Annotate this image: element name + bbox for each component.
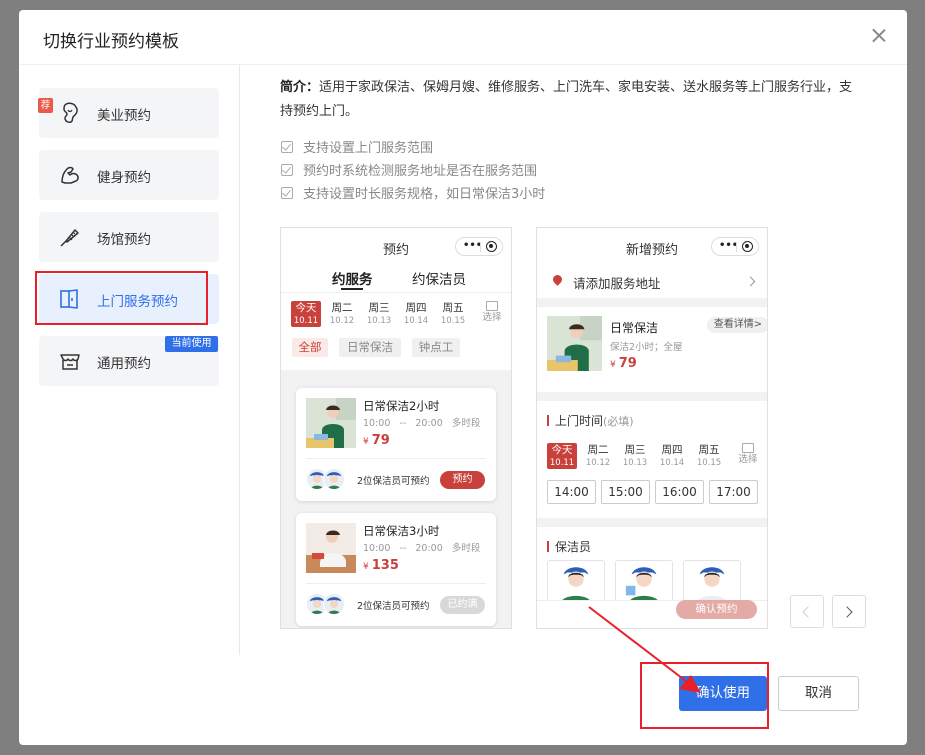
sidebar-item-fitness[interactable]: 健身预约 (39, 150, 219, 200)
feature-item: 支持设置时长服务规格，如日常保洁3小时 (281, 183, 545, 202)
sidebar-item-label: 健身预约 (97, 170, 151, 186)
staff-avatars (306, 593, 346, 617)
target-icon (742, 241, 753, 252)
time-section-title: 上门时间(必填) (547, 412, 634, 429)
avatar (323, 593, 345, 615)
badminton-icon (60, 229, 79, 247)
close-icon[interactable] (869, 26, 889, 46)
day-today: 今天 10.11 (547, 443, 577, 469)
dialog-header: 切换行业预约模板 (19, 10, 907, 65)
preview-phone-booking: 预约 ••• 约服务 约保洁员 今天 10.11 周二 10.12 周三 10.13 … (280, 227, 512, 629)
service-price: ¥135 (363, 558, 399, 573)
service-detail: 保洁2小时；全屋 (610, 342, 683, 353)
category-sidebar: 美业预约 健身预约 场馆预约 上门服务预约 通用预约 荐 当前使用 (19, 65, 240, 655)
address-placeholder: 请添加服务地址 (573, 276, 661, 291)
checkbox-icon (281, 187, 293, 199)
calendar-icon (742, 443, 754, 453)
fitness-icon (61, 166, 79, 184)
cleaner-section-title: 保洁员 (547, 538, 591, 555)
service-time: 10:00 -- 20:00 多时段 (363, 418, 481, 429)
calendar-select: 选择 (481, 301, 503, 324)
tab-underline (341, 288, 363, 290)
day-item: 周四 10.14 (403, 302, 429, 326)
description-label: 简介： (280, 80, 320, 95)
day-item: 周五 10.15 (696, 444, 722, 468)
beauty-icon (63, 102, 78, 123)
day-item: 周二 10.12 (329, 302, 355, 326)
staff-count: 2位保洁员可预约 (357, 476, 430, 487)
tab-cleaner: 约保洁员 (412, 272, 466, 288)
avatar (323, 468, 345, 490)
time-slot: 14:00 (547, 480, 596, 504)
sidebar-item-venue[interactable]: 场馆预约 (39, 212, 219, 262)
sidebar-item-beauty[interactable]: 美业预约 (39, 88, 219, 138)
day-item: 周五 10.15 (440, 302, 466, 326)
tab-service: 约服务 (332, 272, 373, 288)
date-selector: 今天 10.11 周二 10.12 周三 10.13 周四 10.14 周五 10.15 … (547, 443, 767, 477)
service-photo (306, 523, 356, 573)
current-use-badge: 当前使用 (165, 336, 218, 352)
checkbox-icon (281, 141, 293, 153)
day-item: 周四 10.14 (659, 444, 685, 468)
template-description: 简介：适用于家政保洁、保姆月嫂、维修服务、上门洗车、家电安装、送水服务等上门服务… (280, 76, 865, 124)
day-item: 周三 10.13 (622, 444, 648, 468)
chevron-right-icon (841, 606, 853, 618)
dialog-title: 切换行业预约模板 (43, 32, 179, 52)
phone-navbar: 预约 ••• (281, 228, 511, 264)
highlight-box (35, 271, 208, 325)
mini-program-capsule: ••• (455, 237, 503, 256)
day-item: 周三 10.13 (366, 302, 392, 326)
template-dialog: 切换行业预约模板 美业预约 健身预约 场馆预约 上门服务预约 通用预约 荐 当前… (19, 10, 907, 745)
calendar-icon (486, 301, 498, 311)
sidebar-item-label: 场馆预约 (97, 232, 151, 248)
view-details-link: 查看详情> (707, 317, 767, 333)
service-price: ¥79 (363, 433, 390, 448)
service-card: 日常保洁2小时 10:00 -- 20:00 多时段 ¥79 2位保洁员可预约 … (296, 388, 496, 501)
service-price: ¥79 (610, 356, 637, 371)
date-selector: 今天 10.11 周二 10.12 周三 10.13 周四 10.14 周五 10.15 … (289, 301, 509, 335)
calendar-select: 选择 (737, 443, 759, 466)
staff-avatars (306, 468, 346, 492)
description-text: 适用于家政保洁、保姆月嫂、维修服务、上门洗车、家电安装、送水服务等上门服务行业，… (280, 80, 853, 119)
time-slot: 15:00 (601, 480, 650, 504)
phone-navbar: 新增预约 ••• (537, 228, 767, 264)
store-icon (60, 354, 80, 370)
recommend-badge: 荐 (38, 98, 53, 113)
service-name: 日常保洁2小时 (363, 399, 440, 413)
feature-item: 预约时系统检测服务地址是否在服务范围 (281, 160, 537, 179)
time-slot: 16:00 (655, 480, 704, 504)
chevron-left-icon (802, 606, 814, 618)
mini-program-capsule: ••• (711, 237, 759, 256)
chip-all: 全部 (292, 338, 328, 357)
service-photo (306, 398, 356, 448)
time-slot: 17:00 (709, 480, 758, 504)
full-button: 已约满 (440, 596, 485, 614)
annotation-arrow (588, 606, 701, 693)
service-time: 10:00 -- 20:00 多时段 (363, 543, 481, 554)
next-button[interactable] (832, 595, 866, 628)
feature-item: 支持设置上门服务范围 (281, 137, 433, 156)
cancel-button[interactable]: 取消 (778, 676, 859, 711)
feature-text: 支持设置上门服务范围 (303, 141, 434, 156)
staff-count: 2位保洁员可预约 (357, 601, 430, 612)
service-card: 日常保洁3小时 10:00 -- 20:00 多时段 ¥135 2位保洁员可预约… (296, 513, 496, 626)
checkbox-icon (281, 164, 293, 176)
book-button: 预约 (440, 471, 485, 489)
feature-text: 预约时系统检测服务地址是否在服务范围 (303, 164, 538, 179)
service-photo (547, 316, 602, 371)
chip-hourly: 钟点工 (412, 338, 460, 357)
service-name: 日常保洁3小时 (363, 524, 440, 538)
sidebar-item-label: 通用预约 (97, 356, 151, 372)
prev-button[interactable] (790, 595, 824, 628)
preview-phone-new-booking: 新增预约 ••• 请添加服务地址 日常保洁 保洁2小时；全屋 ¥79 查看详情>… (536, 227, 768, 629)
service-name: 日常保洁 (610, 321, 659, 335)
day-today: 今天 10.11 (291, 301, 321, 327)
feature-text: 支持设置时长服务规格，如日常保洁3小时 (303, 187, 546, 202)
target-icon (486, 241, 497, 252)
day-item: 周二 10.12 (585, 444, 611, 468)
sidebar-item-label: 美业预约 (97, 108, 151, 124)
chip-daily: 日常保洁 (339, 338, 401, 357)
